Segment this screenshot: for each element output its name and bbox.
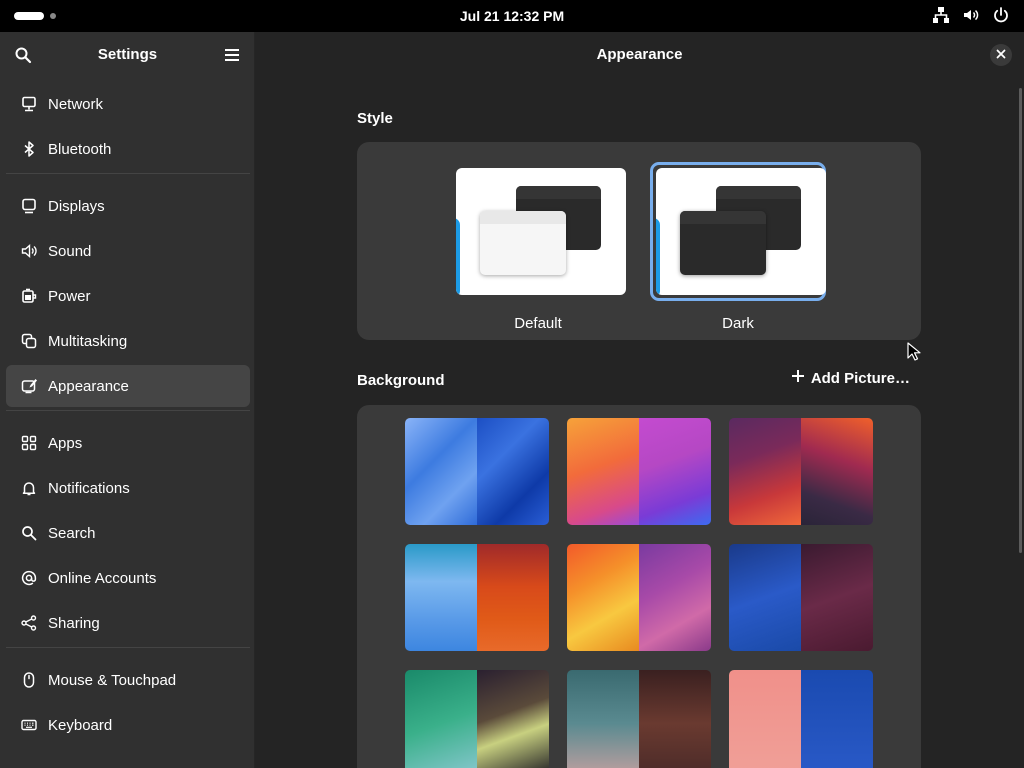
sidebar-separator [6,410,250,411]
plus-icon [791,369,805,387]
sidebar-item-label: Power [48,287,91,305]
top-bar: Jul 21 12:32 PM [0,0,1024,32]
sidebar-item-displays[interactable]: Displays [6,185,250,227]
wallpaper-thumbnail[interactable] [405,544,549,651]
wallpaper-thumbnail[interactable] [405,418,549,525]
sidebar-item-label: Mouse & Touchpad [48,671,177,689]
at-icon [20,569,38,587]
hamburger-menu-icon[interactable] [224,47,240,68]
close-button[interactable] [990,44,1012,66]
keyboard-icon [20,716,38,734]
style-dark-preview [656,168,826,295]
appearance-icon [20,377,38,395]
share-icon [20,614,38,632]
background-section-label: Background [357,372,445,389]
sidebar-item-label: Online Accounts [48,569,157,587]
wallpaper-thumbnail[interactable] [567,670,711,768]
wallpaper-thumbnail[interactable] [567,544,711,651]
sidebar-separator [6,173,250,174]
sidebar-title: Settings [97,46,158,63]
bell-icon [20,479,38,497]
network-wired-icon [932,6,950,24]
multitasking-icon [20,332,38,350]
sidebar-item-network[interactable]: Network [6,83,250,125]
wallpaper-thumbnail[interactable] [729,418,873,525]
page-title: Appearance [596,46,683,63]
power-icon [992,6,1010,24]
style-option-label: Default [514,315,562,332]
sidebar-item-label: Appearance [48,377,129,395]
sidebar-item-label: Displays [48,197,105,215]
wallpaper-thumbnail[interactable] [729,670,873,768]
style-option-label: Dark [722,315,754,332]
sidebar-item-label: Sharing [48,614,100,632]
sidebar-item-label: Keyboard [48,716,113,734]
search-icon [20,524,38,542]
sidebar-item-multitasking[interactable]: Multitasking [6,320,250,362]
sidebar-item-power[interactable]: Power [6,275,250,317]
sidebar-header: Settings [0,32,254,78]
close-icon [996,46,1006,64]
sidebar-item-search[interactable]: Search [6,512,250,554]
wallpaper-thumbnail[interactable] [567,418,711,525]
style-thumbnail-frame [650,162,826,301]
sidebar-item-label: Apps [48,434,83,452]
volume-icon [962,6,980,24]
background-grid [357,405,921,768]
sidebar-separator [6,647,250,648]
sidebar-item-sound[interactable]: Sound [6,230,250,272]
sidebar-item-keyboard[interactable]: Keyboard [6,704,250,746]
display-icon [20,197,38,215]
sidebar-item-appearance[interactable]: Appearance [6,365,250,407]
sidebar-item-label: Search [48,524,96,542]
sidebar-list: Network Bluetooth Displays Sound Power M… [6,83,250,749]
style-default-preview [456,168,626,295]
sidebar-item-online-accounts[interactable]: Online Accounts [6,557,250,599]
sidebar-item-mouse-touchpad[interactable]: Mouse & Touchpad [6,659,250,701]
sidebar-item-notifications[interactable]: Notifications [6,467,250,509]
add-picture-button[interactable]: Add Picture… [791,369,910,387]
sidebar-item-sharing[interactable]: Sharing [6,602,250,644]
style-card: Default Dark [357,142,921,340]
battery-icon [20,287,38,305]
style-option-dark[interactable]: Dark [650,162,826,332]
wallpaper-thumbnail[interactable] [729,544,873,651]
apps-grid-icon [20,434,38,452]
bluetooth-icon [20,140,38,158]
add-picture-label: Add Picture… [810,369,910,387]
sidebar-item-bluetooth[interactable]: Bluetooth [6,128,250,170]
sidebar-item-label: Sound [48,242,92,260]
style-section-label: Style [357,110,393,127]
sidebar-item-apps[interactable]: Apps [6,422,250,464]
sidebar: Settings Network Bluetooth Displays Soun… [0,32,255,768]
speaker-icon [20,242,38,260]
mouse-icon [20,671,38,689]
style-thumbnail-frame [450,162,626,301]
mouse-cursor-icon [907,342,921,367]
clock[interactable]: Jul 21 12:32 PM [0,0,1024,32]
system-tray[interactable] [932,6,1010,24]
scrollbar[interactable] [1019,88,1022,553]
content-pane: Appearance Style Default Dark Background… [255,32,1024,768]
sidebar-item-label: Bluetooth [48,140,112,158]
network-icon [20,95,38,113]
sidebar-item-label: Notifications [48,479,130,497]
wallpaper-thumbnail[interactable] [405,670,549,768]
sidebar-item-label: Multitasking [48,332,128,350]
settings-window: Settings Network Bluetooth Displays Soun… [0,32,1024,768]
style-option-default[interactable]: Default [450,162,626,332]
sidebar-item-label: Network [48,95,104,113]
